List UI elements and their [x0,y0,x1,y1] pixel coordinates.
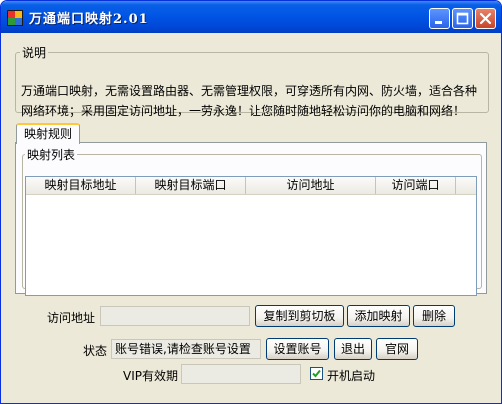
access-address-field[interactable] [100,306,250,326]
minimize-icon [435,21,442,24]
exit-button[interactable]: 退出 [334,338,372,360]
app-icon [7,10,23,26]
description-legend: 说明 [22,46,47,60]
vip-expiry-label: VIP有效期 [123,369,178,383]
mapping-list[interactable]: 映射目标地址 映射目标端口 访问地址 访问端口 [25,176,477,296]
autostart-checkbox[interactable] [310,367,323,380]
window-title: 万通端口映射2.01 [29,12,149,27]
maximize-icon [456,12,469,25]
add-mapping-button[interactable]: 添加映射 [347,305,410,327]
app-window: 万通端口映射2.01 说明 万通端口映射，无需设置路由器、无需管理权限，可穿透所… [0,0,502,404]
copy-to-clipboard-button[interactable]: 复制到剪切板 [255,305,344,327]
status-label: 状态 [83,344,108,358]
mapping-list-header: 映射目标地址 映射目标端口 访问地址 访问端口 [26,177,476,195]
minimize-button[interactable] [429,8,450,29]
column-header-access-port[interactable]: 访问端口 [376,177,456,194]
title-bar[interactable]: 万通端口映射2.01 [1,1,501,33]
column-header-target-address[interactable]: 映射目标地址 [26,177,136,194]
column-header-target-port[interactable]: 映射目标端口 [136,177,246,194]
status-field[interactable]: 账号错误,请检查账号设置 [111,339,261,359]
description-text: 万通端口映射，无需设置路由器、无需管理权限，可穿透所有内网、防火墙，适合各种网络… [21,84,478,118]
access-address-label: 访问地址 [47,311,96,325]
tab-panel-mapping-rules: 映射列表 映射目标地址 映射目标端口 访问地址 访问端口 [15,142,487,296]
tab-mapping-rules[interactable]: 映射规则 [16,123,81,144]
close-icon [479,12,492,25]
checkmark-icon [312,369,321,378]
maximize-button[interactable] [452,8,473,29]
mapping-list-legend: 映射列表 [27,148,76,162]
set-account-button[interactable]: 设置账号 [266,338,329,360]
column-header-access-address[interactable]: 访问地址 [246,177,376,194]
vip-expiry-field[interactable] [181,364,301,384]
autostart-label[interactable]: 开机启动 [327,367,375,384]
description-group: 说明 万通端口映射，无需设置路由器、无需管理权限，可穿透所有内网、防火墙，适合各… [15,44,489,118]
close-button[interactable] [475,8,496,29]
delete-button[interactable]: 删除 [413,305,455,327]
website-button[interactable]: 官网 [376,338,418,360]
mapping-list-group: 映射列表 映射目标地址 映射目标端口 访问地址 访问端口 [22,146,482,296]
